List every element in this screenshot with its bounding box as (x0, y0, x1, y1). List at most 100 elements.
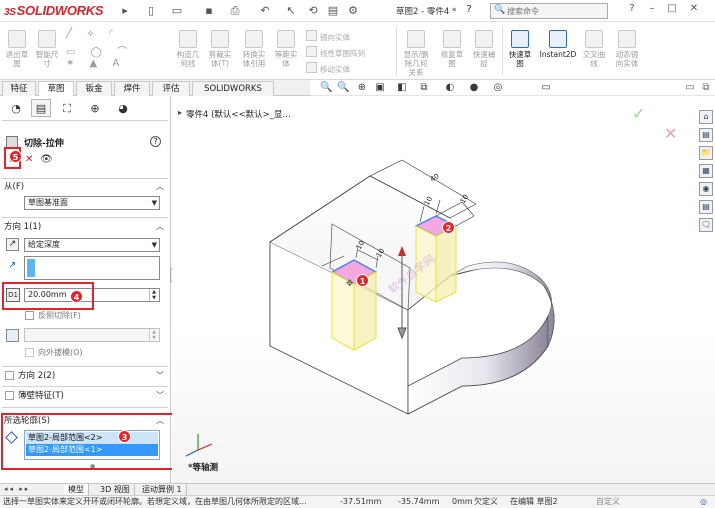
sketch-tools-icons-row3[interactable]: ✶ ▲ A (66, 58, 125, 69)
search-box[interactable]: 🔍 (490, 3, 608, 19)
convert-entities-button[interactable]: 转换实 体引用 (238, 30, 270, 68)
callout-badge-5: 5 (9, 150, 22, 163)
rebuild-icon[interactable]: ⟲ (306, 4, 320, 18)
linear-pattern-button[interactable]: 线性草图阵列 (306, 46, 365, 59)
direction2-section-header[interactable]: 方向 2(2) ﹀ (18, 369, 166, 383)
draft-angle-input[interactable]: ▲ ▼ (24, 328, 160, 342)
bottom-model-tabs: ◂◂ ▸▸ 模型 3D 视图 运动算例 1 (0, 483, 715, 496)
close-button[interactable]: ✕ (688, 3, 700, 17)
section-view-icon[interactable]: ▣ (374, 82, 386, 94)
select-pointer-icon[interactable]: ↖ (284, 4, 298, 18)
search-input[interactable] (507, 5, 605, 17)
new-document-icon[interactable]: ▯ (144, 4, 158, 18)
from-section-header[interactable]: 从(F) ︿ (4, 180, 166, 194)
zoom-to-fit-icon[interactable]: 🔍 (320, 82, 332, 94)
repair-sketch-button[interactable]: 修复草 图 (438, 30, 466, 68)
tab-sheet-metal[interactable]: 钣金 (76, 81, 112, 96)
dynamic-mirror-button[interactable]: 动态镜 向实体 (612, 30, 642, 68)
offset-entities-button[interactable]: 等距实 体 (272, 30, 300, 68)
graphics-area[interactable]: ▸ 零件4 (默认<<默认>_显... ✓ ✕ 40 10 10 10 10 ✥… (172, 96, 715, 483)
exit-sketch-button[interactable]: 退出草 图 (4, 30, 30, 68)
view-settings-icon[interactable]: ▭ (540, 82, 552, 94)
minimize-pane-icon[interactable]: ▭ (684, 82, 696, 94)
trim-entities-button[interactable]: 剪裁实 体(T) (206, 30, 234, 68)
depth-spinner[interactable]: ▲ ▼ (149, 289, 158, 301)
options-gear-icon[interactable]: ⚙ (346, 4, 360, 18)
construction-geometry-label: 构造几 何线 (176, 50, 200, 68)
construction-geometry-button[interactable]: 构造几 何线 (174, 30, 202, 68)
forum-icon[interactable]: 🗨 (699, 218, 713, 232)
from-select[interactable]: 草图基准面 ▼ (24, 196, 160, 210)
thin-feature-checkbox[interactable] (5, 391, 14, 400)
view-orientation-icon[interactable]: ◧ (396, 82, 408, 94)
detailed-preview-eye-icon[interactable]: 👁 (40, 154, 53, 165)
thin-feature-section-header[interactable]: 薄壁特征(T) ﹀ (18, 389, 166, 403)
maximize-button[interactable]: □ (666, 3, 678, 17)
draft-icon[interactable] (6, 329, 19, 342)
file-explorer-icon[interactable]: 📁 (699, 146, 713, 160)
dropdown-arrow-icon: ▼ (151, 199, 157, 207)
offset-entities-icon (277, 30, 295, 48)
draft-spinner[interactable]: ▲ ▼ (149, 329, 158, 341)
mirror-entities-button[interactable]: 镜向实体 (306, 30, 350, 43)
tab-weldments[interactable]: 焊件 (114, 81, 150, 96)
zoom-to-area-icon[interactable]: 🔍 (337, 82, 349, 94)
property-manager-tab-icon[interactable]: ▤ (31, 99, 51, 117)
view-palette-icon[interactable]: ▦ (699, 164, 713, 178)
open-folder-icon[interactable]: ▭ (170, 4, 184, 18)
tab-sketch[interactable]: 草图 (38, 81, 74, 96)
design-library-icon[interactable]: ▤ (699, 128, 713, 142)
display-relations-button[interactable]: 显示/删 除几何 关系 (400, 30, 432, 77)
tab-features[interactable]: 特征 (2, 81, 36, 96)
draft-outward-checkbox[interactable] (25, 348, 34, 357)
hide-show-items-icon[interactable]: ◐ (444, 82, 456, 94)
home-icon[interactable]: ⌂ (699, 110, 713, 124)
callout-badge-1: 1 (356, 274, 369, 287)
custom-properties-icon[interactable]: ▤ (699, 200, 713, 214)
dimxpert-tab-icon[interactable]: ⊕ (85, 99, 105, 117)
expand-menu-icon[interactable]: ▸ (118, 4, 132, 18)
rapid-sketch-label: 快速草 图 (508, 50, 532, 68)
units-status[interactable]: 自定义 (596, 496, 620, 508)
tab-evaluate[interactable]: 评估 (152, 81, 190, 96)
end-condition-select[interactable]: 给定深度 ▼ (24, 238, 160, 252)
file-properties-icon[interactable]: ▤ (326, 4, 340, 18)
intersection-curve-button[interactable]: 交叉曲 线 (580, 30, 608, 68)
previous-view-icon[interactable]: ⊕ (356, 82, 368, 94)
chevron-down-icon: ﹀ (156, 371, 164, 380)
help-bubble-icon[interactable]: ◎ (700, 496, 707, 508)
quick-snaps-button[interactable]: 快速捕 捉 (470, 30, 498, 68)
help-arrow-icon[interactable]: ? (462, 3, 476, 17)
sketch-tools-icons-row2[interactable]: ▭ ◯ ⌒ (66, 43, 133, 58)
move-entities-button[interactable]: 移动实体 (306, 62, 350, 75)
flip-side-checkbox[interactable] (25, 311, 34, 320)
reverse-direction-icon[interactable]: ↗ (6, 238, 19, 251)
undo-icon[interactable]: ↶ (258, 4, 272, 18)
sketch-tools-icons-row1[interactable]: ╱ ⟡ ◜ (66, 28, 119, 39)
smart-dimension-button[interactable]: 智能尺 寸 (34, 30, 60, 68)
maximize-pane-icon[interactable]: ⧉ (700, 82, 712, 94)
direction1-section-header[interactable]: 方向 1(1) ︿ (4, 220, 166, 234)
model-3d-view[interactable]: 40 10 10 10 10 ✥ (172, 96, 715, 483)
configuration-manager-tab-icon[interactable]: ⛶ (57, 99, 77, 117)
instant2d-button[interactable]: Instant2D (538, 30, 578, 59)
appearances-icon[interactable]: ◉ (699, 182, 713, 196)
minimize-button[interactable]: – (646, 3, 658, 17)
cancel-button[interactable]: ✕ (25, 154, 33, 165)
apply-scene-icon[interactable]: ◎ (492, 82, 504, 94)
edit-appearance-icon[interactable]: ● (468, 82, 480, 94)
sketch-square-1[interactable] (330, 259, 378, 351)
tab-solidworks-mbd[interactable]: SOLIDWORKS MBD (192, 81, 274, 108)
print-icon[interactable]: ⎙ (228, 4, 242, 18)
display-style-icon[interactable]: ⧉ (418, 82, 430, 94)
help-icon[interactable]: ? (150, 136, 161, 147)
direction2-checkbox[interactable] (5, 371, 14, 380)
rapid-sketch-button[interactable]: 快速草 图 (506, 30, 534, 68)
feature-tree-tab-icon[interactable]: ◔ (6, 99, 26, 117)
solidworks-logo[interactable]: 3SSOLIDWORKS (4, 3, 104, 18)
tab-scroll-arrows-icon[interactable]: ◂◂ ▸▸ (4, 485, 30, 493)
direction-vector-field[interactable] (24, 256, 160, 280)
save-icon[interactable]: ▪ (202, 4, 216, 18)
question-icon[interactable]: ? (626, 3, 638, 17)
display-manager-tab-icon[interactable]: ◕ (113, 99, 133, 117)
